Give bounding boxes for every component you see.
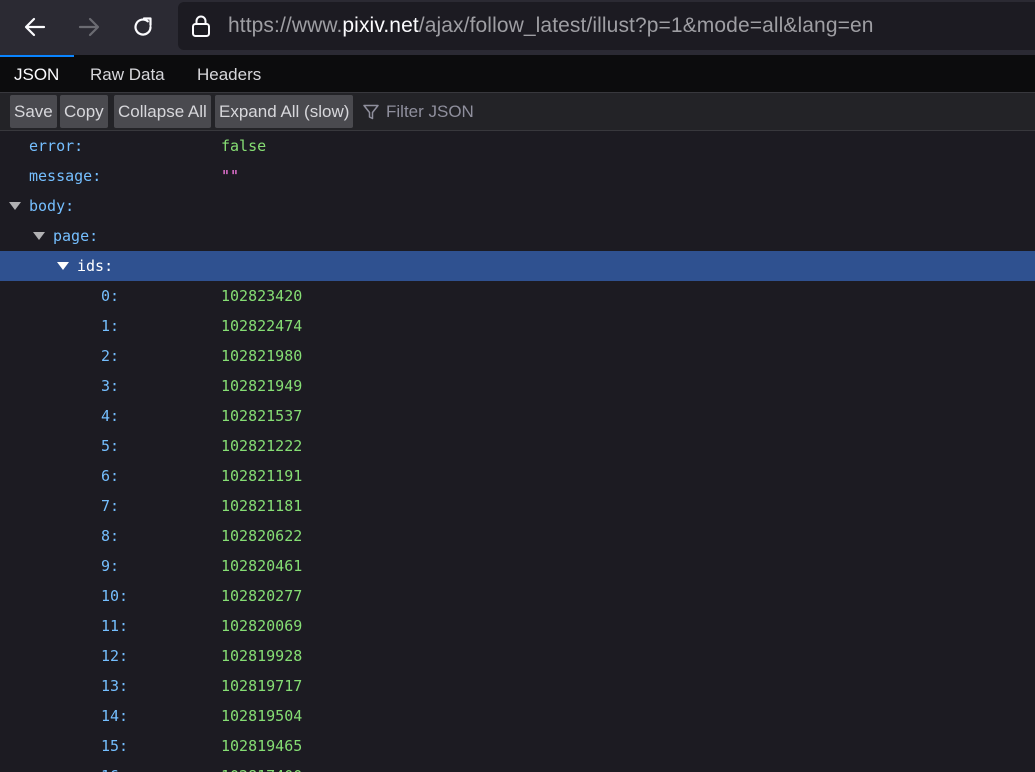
id-index: 6: [101, 467, 120, 485]
forward-arrow-icon [78, 17, 100, 37]
tree-row-page[interactable]: page: [0, 221, 1035, 251]
tree-row-id[interactable]: 11: 102820069 [0, 611, 1035, 641]
tree-row-id[interactable]: 16: 102817400 [0, 761, 1035, 772]
tree-row-ids[interactable]: ids: [0, 251, 1035, 281]
key-page: page: [53, 227, 99, 245]
filter-icon [363, 104, 379, 119]
id-value: 102820069 [221, 617, 303, 635]
id-value: 102820461 [221, 557, 303, 575]
tree-row-id[interactable]: 6: 102821191 [0, 461, 1035, 491]
expand-all-button[interactable]: Expand All (slow) [215, 95, 354, 128]
id-index: 14: [101, 707, 129, 725]
id-index: 16: [101, 761, 128, 772]
viewer-tabs: JSON Raw Data Headers [0, 55, 1035, 93]
id-index: 12: [101, 647, 129, 665]
id-index: 13: [101, 677, 129, 695]
id-index: 5: [101, 437, 120, 455]
id-value: 102821181 [221, 497, 303, 515]
id-value: 102821980 [221, 347, 303, 365]
url-domain: pixiv.net [342, 14, 419, 37]
key-message: message: [29, 167, 102, 185]
id-value: 102821191 [221, 467, 303, 485]
expand-twisty-icon[interactable] [33, 232, 45, 240]
id-index: 7: [101, 497, 120, 515]
back-arrow-icon [24, 17, 46, 37]
tree-row-message[interactable]: message: "" [0, 161, 1035, 191]
key-body: body: [29, 197, 75, 215]
id-value: 102819465 [221, 737, 303, 755]
id-value: 102823420 [221, 287, 303, 305]
id-value: 102819717 [221, 677, 303, 695]
id-value: 102819928 [221, 647, 303, 665]
url-path: /ajax/follow_latest/illust?p=1&mode=all&… [418, 14, 874, 37]
tree-row-id[interactable]: 15: 102819465 [0, 731, 1035, 761]
tree-row-id[interactable]: 7: 102821181 [0, 491, 1035, 521]
id-index: 10: [101, 587, 129, 605]
reload-button[interactable] [125, 9, 161, 45]
json-toolbar: Save Copy Collapse All Expand All (slow)… [0, 93, 1035, 131]
tree-row-id[interactable]: 5: 102821222 [0, 431, 1035, 461]
id-index: 9: [101, 557, 120, 575]
forward-button[interactable] [71, 9, 107, 45]
id-value: 102820622 [221, 527, 303, 545]
tree-row-id[interactable]: 1: 102822474 [0, 311, 1035, 341]
url-text[interactable]: https://www.pixiv.net/ajax/follow_latest… [228, 2, 874, 50]
value-error: false [221, 137, 267, 155]
id-index: 4: [101, 407, 120, 425]
tree-row-id[interactable]: 0: 102823420 [0, 281, 1035, 311]
tree-row-id[interactable]: 13: 102819717 [0, 671, 1035, 701]
tree-row-id[interactable]: 12: 102819928 [0, 641, 1035, 671]
key-error: error: [29, 137, 84, 155]
tree-row-id[interactable]: 8: 102820622 [0, 521, 1035, 551]
key-ids: ids: [77, 257, 114, 275]
id-index: 0: [101, 287, 120, 305]
id-value: 102821222 [221, 437, 303, 455]
id-value: 102817400 [221, 761, 302, 772]
tree-row-id[interactable]: 2: 102821980 [0, 341, 1035, 371]
expand-twisty-icon[interactable] [9, 202, 21, 210]
collapse-all-button[interactable]: Collapse All [114, 95, 211, 128]
filter-json-input[interactable]: Filter JSON [362, 95, 474, 128]
tree-row-id[interactable]: 4: 102821537 [0, 401, 1035, 431]
value-message: "" [221, 167, 240, 185]
id-value: 102819504 [221, 707, 303, 725]
id-index: 1: [101, 317, 120, 335]
save-button[interactable]: Save [10, 95, 57, 128]
lock-icon [192, 15, 210, 37]
id-index: 11: [101, 617, 129, 635]
id-value: 102821537 [221, 407, 303, 425]
filter-placeholder: Filter JSON [386, 101, 474, 121]
tree-row-id[interactable]: 3: 102821949 [0, 371, 1035, 401]
tab-raw-data[interactable]: Raw Data [76, 55, 179, 93]
id-index: 15: [101, 737, 129, 755]
tab-headers[interactable]: Headers [183, 55, 275, 93]
id-index: 3: [101, 377, 120, 395]
tree-row-id[interactable]: 14: 102819504 [0, 701, 1035, 731]
tab-json[interactable]: JSON [0, 55, 74, 93]
browser-toolbar: https://www.pixiv.net/ajax/follow_latest… [0, 0, 1035, 55]
expand-twisty-icon[interactable] [57, 262, 69, 270]
reload-icon [134, 17, 152, 36]
json-tree: error: false message: "" body: page: ids… [0, 131, 1035, 772]
id-value: 102822474 [221, 317, 303, 335]
address-bar[interactable]: https://www.pixiv.net/ajax/follow_latest… [178, 2, 1035, 50]
id-value: 102821949 [221, 377, 303, 395]
url-prefix: https://www. [228, 14, 343, 37]
tree-row-id[interactable]: 9: 102820461 [0, 551, 1035, 581]
tree-row-id[interactable]: 10: 102820277 [0, 581, 1035, 611]
tree-row-error[interactable]: error: false [0, 131, 1035, 161]
id-index: 8: [101, 527, 120, 545]
id-index: 2: [101, 347, 120, 365]
id-value: 102820277 [221, 587, 303, 605]
back-button[interactable] [17, 9, 53, 45]
copy-button[interactable]: Copy [60, 95, 108, 128]
tree-row-body[interactable]: body: [0, 191, 1035, 221]
